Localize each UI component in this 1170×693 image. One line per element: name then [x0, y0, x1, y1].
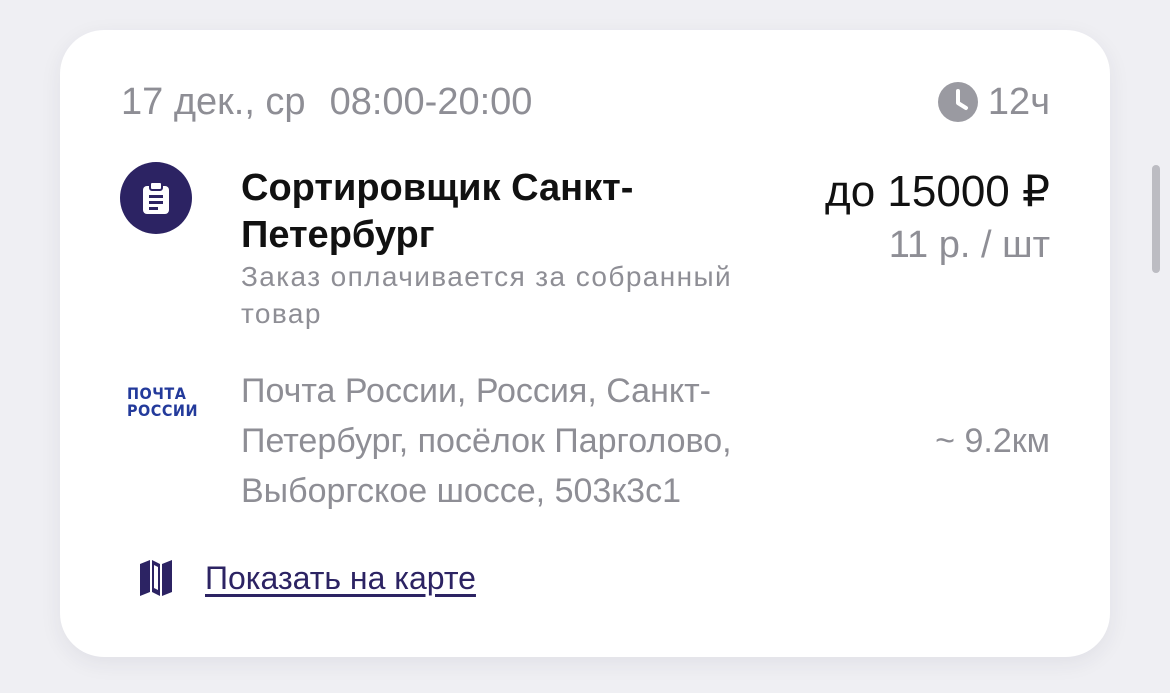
map-icon[interactable]: [137, 559, 175, 597]
job-subtitle: Заказ оплачивается за собранный товар: [241, 261, 733, 329]
clock-icon: [937, 82, 978, 122]
job-rate: 11 р. / шт: [888, 224, 1050, 266]
employer-logo: ПОЧТА РОССИИ: [127, 384, 198, 420]
job-price: до 15000 ₽: [825, 167, 1050, 216]
job-address: Почта России, Россия, Санкт-Петербург, п…: [241, 372, 732, 510]
shift-date: 17 дек., ср 08:00-20:00: [121, 80, 532, 124]
employer-logo-line: РОССИИ: [127, 401, 198, 420]
clipboard-icon: [143, 181, 169, 214]
job-distance: ~ 9.2км: [935, 422, 1050, 460]
job-title: Сортировщик Санкт-Петербург: [241, 167, 634, 256]
job-card[interactable]: 17 дек., ср 08:00-20:00 12ч Сортировщик С…: [60, 30, 1110, 657]
shift-duration-value: 12ч: [987, 81, 1050, 123]
scrollbar[interactable]: [1152, 165, 1160, 273]
shift-day: 17 дек., ср: [121, 81, 306, 123]
task-badge: [120, 162, 192, 234]
employer-logo-line: ПОЧТА: [127, 384, 187, 403]
shift-duration: 12ч: [937, 80, 1050, 124]
shift-time-range: 08:00-20:00: [329, 81, 533, 123]
show-on-map-link[interactable]: Показать на карте: [205, 557, 476, 599]
